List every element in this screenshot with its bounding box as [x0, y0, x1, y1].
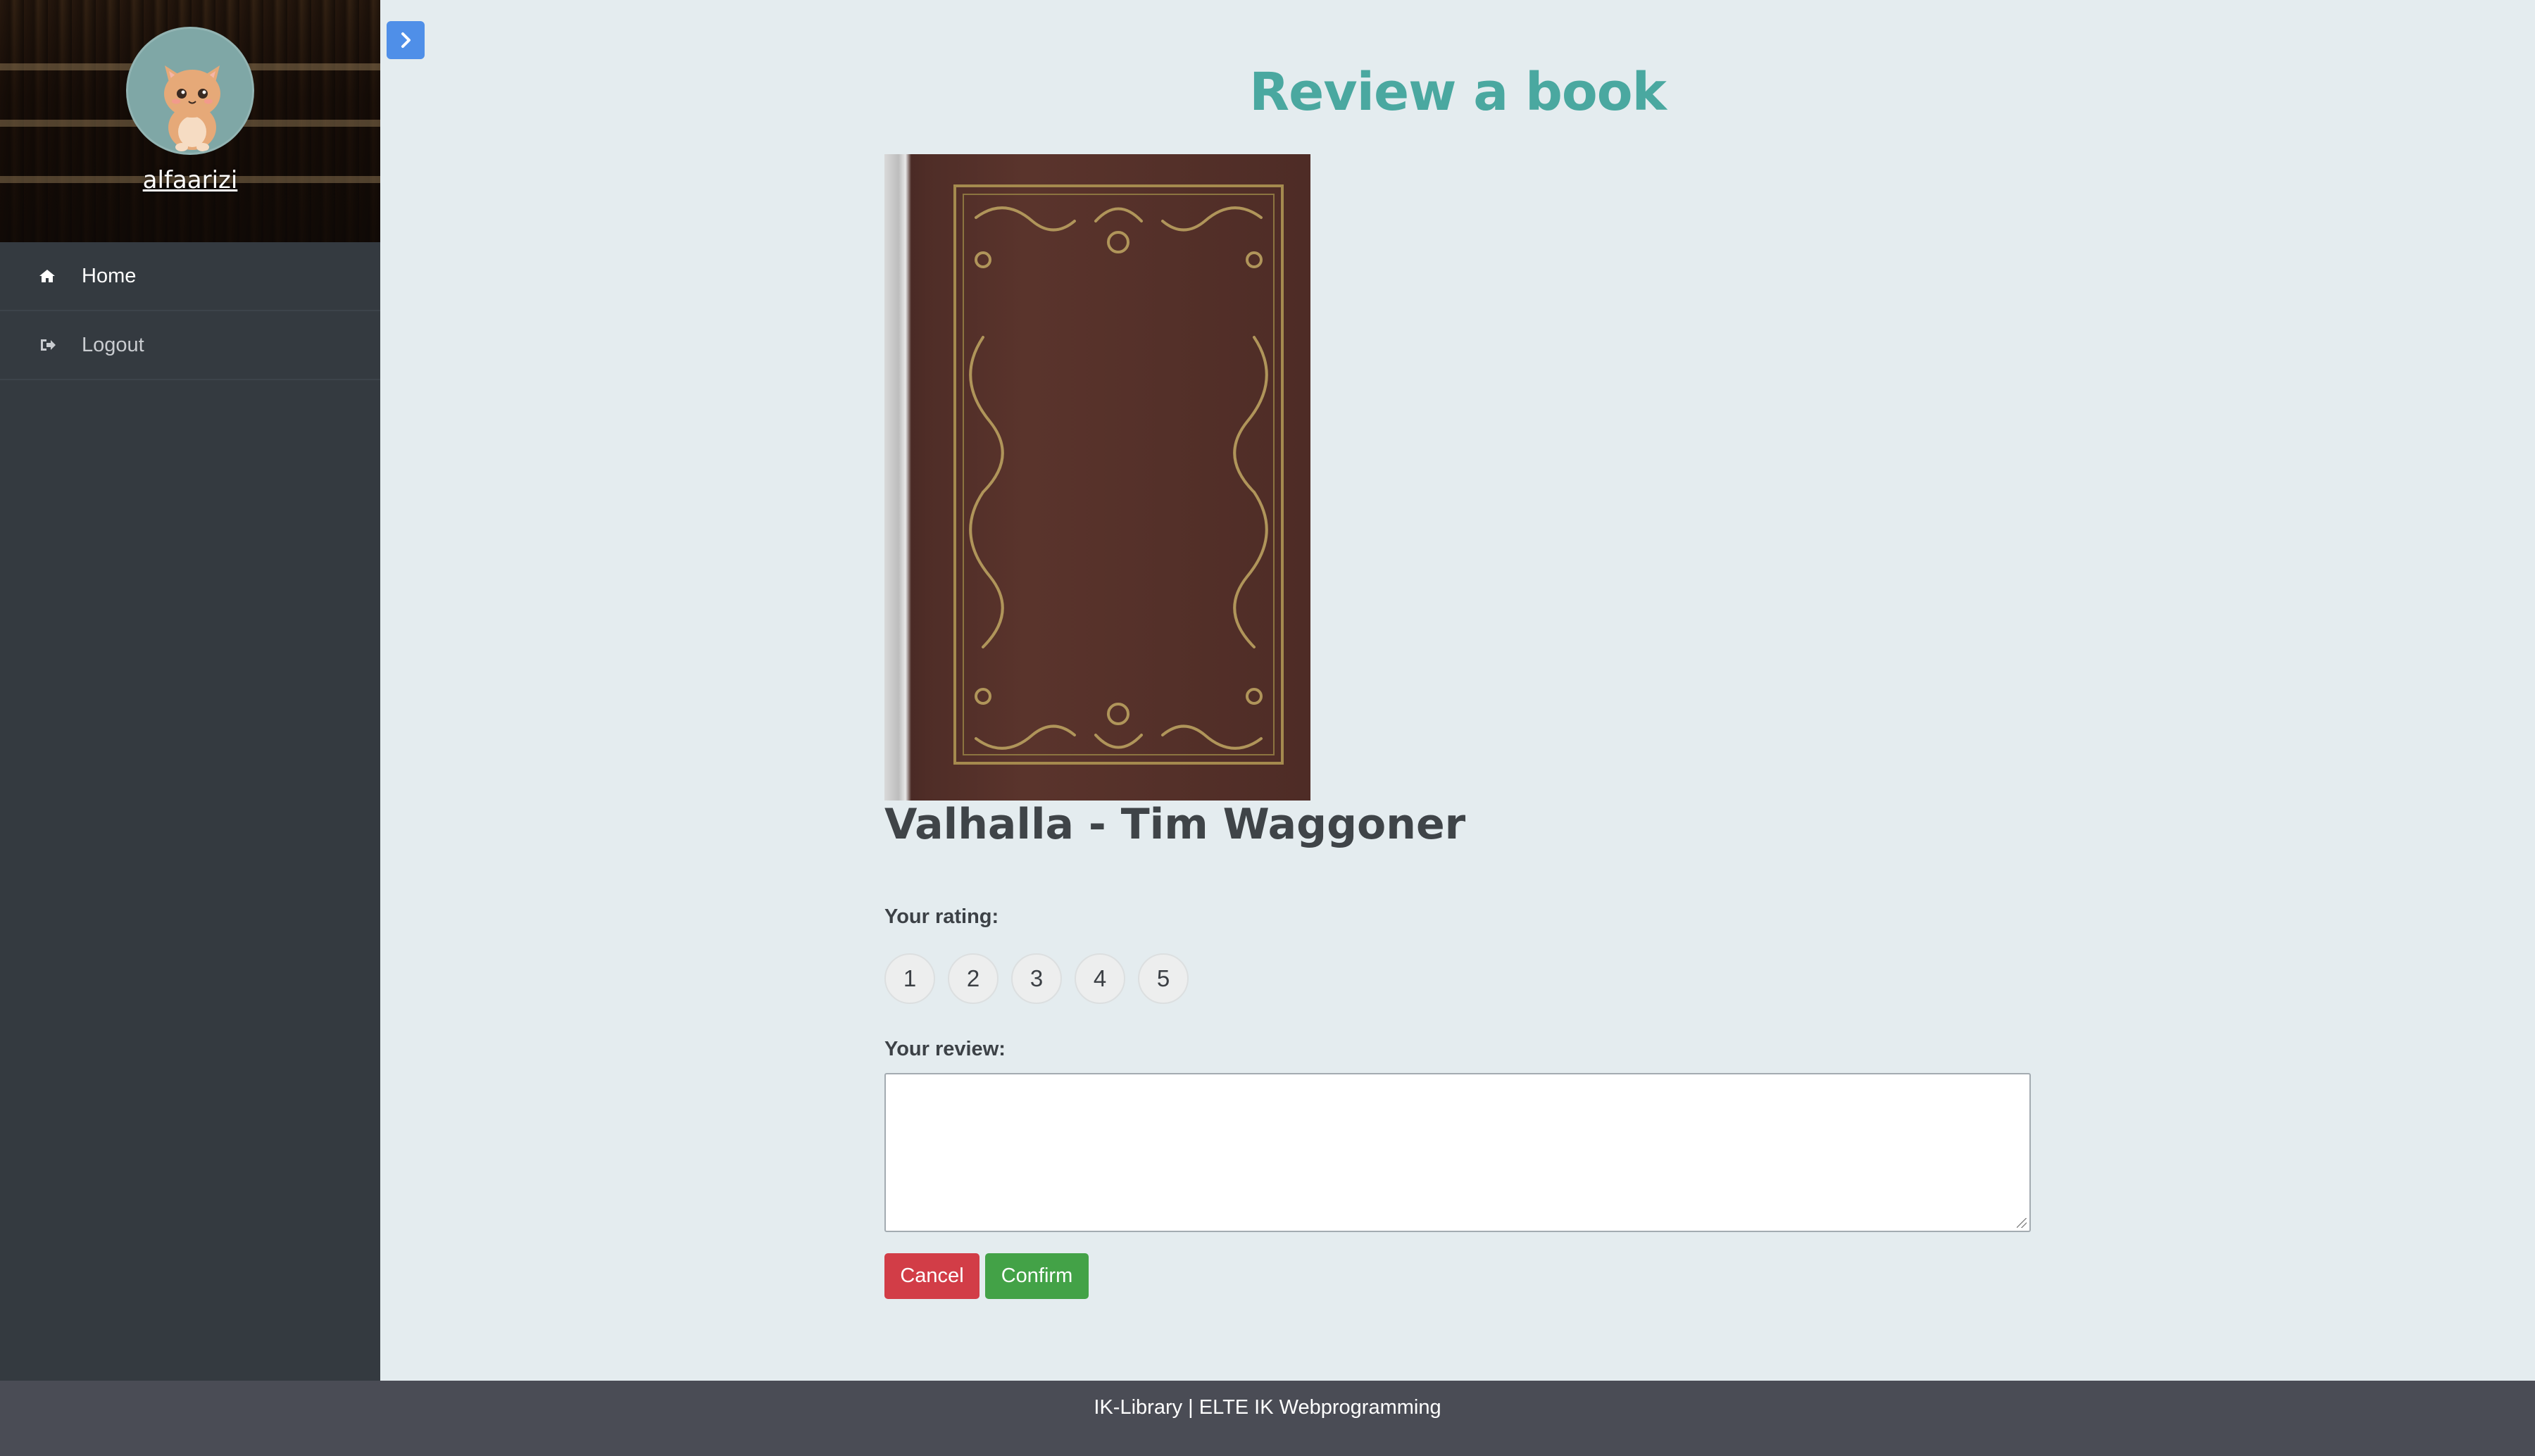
- sidebar-item-home[interactable]: Home: [0, 242, 380, 311]
- resize-handle-icon[interactable]: [2017, 1218, 2027, 1228]
- rating-option-4[interactable]: 4: [1075, 953, 1125, 1004]
- rating-label: Your rating:: [884, 905, 999, 928]
- sidebar-toggle-button[interactable]: [387, 21, 425, 59]
- sidebar: alfaarizi Home Logout: [0, 0, 380, 1381]
- rating-option-5[interactable]: 5: [1138, 953, 1189, 1004]
- chevron-right-icon: [401, 32, 411, 48]
- rating-option-3[interactable]: 3: [1011, 953, 1062, 1004]
- logout-icon: [37, 334, 58, 356]
- username-link[interactable]: alfaarizi: [0, 166, 380, 194]
- sidebar-item-label: Logout: [82, 333, 144, 356]
- page-title: Review a book: [1249, 62, 1667, 123]
- cat-avatar-icon: [128, 29, 252, 153]
- book-title: Valhalla - Tim Waggoner: [884, 800, 1466, 849]
- sidebar-header: alfaarizi: [0, 0, 380, 242]
- review-textarea[interactable]: [884, 1073, 2031, 1232]
- home-icon: [37, 265, 58, 287]
- review-label: Your review:: [884, 1038, 1006, 1060]
- avatar[interactable]: [126, 27, 254, 155]
- rating-selector: 1 2 3 4 5: [884, 953, 1189, 1004]
- footer: IK-Library | ELTE IK Webprogramming: [0, 1381, 2535, 1456]
- rating-option-2[interactable]: 2: [948, 953, 999, 1004]
- confirm-button[interactable]: Confirm: [985, 1253, 1089, 1299]
- book-cover-image: [884, 154, 1310, 801]
- sidebar-item-label: Home: [82, 264, 137, 287]
- footer-text: IK-Library | ELTE IK Webprogramming: [1094, 1396, 1441, 1419]
- rating-option-1[interactable]: 1: [884, 953, 935, 1004]
- sidebar-item-logout[interactable]: Logout: [0, 311, 380, 380]
- cancel-button[interactable]: Cancel: [884, 1253, 979, 1299]
